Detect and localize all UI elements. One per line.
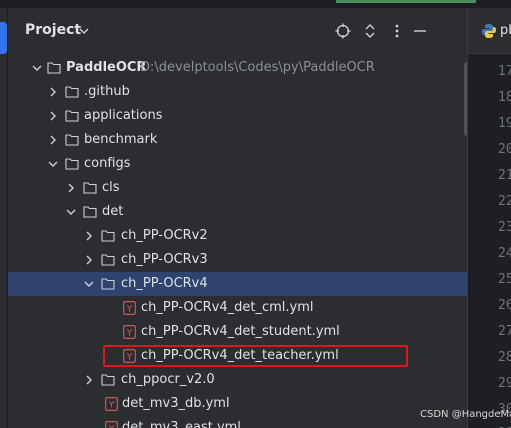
chevron-down-icon[interactable]: [83, 278, 95, 290]
line-number: 18: [498, 90, 511, 105]
tree-row-benchmark[interactable]: benchmark: [8, 128, 467, 152]
chevron-right-icon[interactable]: [47, 86, 59, 98]
tree-row-det[interactable]: det: [8, 200, 467, 224]
tree-item-label: applications: [84, 108, 163, 123]
tree-row-github[interactable]: .github: [8, 80, 467, 104]
svg-text:Y: Y: [108, 425, 115, 428]
tree-item-label: .github: [84, 84, 130, 99]
chevron-down-icon[interactable]: [31, 62, 43, 74]
minimize-icon[interactable]: [412, 23, 428, 39]
chevron-down-icon[interactable]: [65, 206, 77, 218]
top-strip: [0, 0, 511, 8]
chevron-right-icon[interactable]: [83, 374, 95, 386]
more-vertical-icon[interactable]: [389, 23, 405, 39]
folder-icon: [101, 374, 115, 386]
folder-icon: [101, 278, 115, 290]
tree-item-label: ch_PP-OCRv3: [121, 252, 208, 267]
tree-row-det-mv3-east-yml[interactable]: Y det_mv3_east.yml: [8, 416, 467, 428]
tree-item-label: ch_PP-OCRv4_det_student.yml: [141, 324, 340, 339]
watermark: CSDN @HangdeMan: [420, 409, 511, 420]
svg-text:Y: Y: [126, 305, 133, 315]
svg-text:Y: Y: [126, 329, 133, 339]
editor-area: pb 17 18 19 20 21 22 23 24 25 26 27 28 2…: [467, 8, 511, 428]
crosshair-icon[interactable]: [335, 23, 351, 39]
tree-row-root[interactable]: PaddleOCR D:\develptools\Codes\py\Paddle…: [8, 56, 467, 80]
tree-item-label: configs: [84, 156, 131, 171]
line-number: 21: [498, 168, 511, 183]
editor-tab[interactable]: pb: [468, 8, 511, 54]
line-number: 17: [498, 64, 511, 79]
line-number: 28: [498, 350, 511, 365]
line-number: 26: [498, 298, 511, 313]
editor-tab-label: pb: [500, 23, 511, 38]
python-file-icon: [482, 24, 496, 38]
root-folder-name: PaddleOCR: [66, 60, 147, 75]
tree-item-label: det_mv3_db.yml: [122, 396, 230, 411]
folder-icon: [83, 182, 97, 194]
chevron-right-icon[interactable]: [47, 110, 59, 122]
chevron-down-icon[interactable]: [47, 158, 59, 170]
folder-icon: [65, 86, 79, 98]
yaml-file-icon: Y: [105, 421, 118, 428]
tree-row-configs[interactable]: configs: [8, 152, 467, 176]
yaml-file-icon: Y: [123, 301, 136, 315]
folder-icon: [47, 62, 61, 74]
line-number: 27: [498, 324, 511, 339]
tree-row-ch-pp-ocrv2[interactable]: ch_PP-OCRv2: [8, 224, 467, 248]
tree-row-det-cml-yml[interactable]: Y ch_PP-OCRv4_det_cml.yml: [8, 296, 467, 320]
chevron-right-icon[interactable]: [83, 254, 95, 266]
yaml-file-icon: Y: [105, 397, 118, 411]
yaml-file-icon: Y: [123, 325, 136, 339]
root-folder-path: D:\develptools\Codes\py\PaddleOCR: [140, 60, 375, 75]
tree-item-label: det: [102, 204, 124, 219]
line-number: 25: [498, 272, 511, 287]
tree-item-label: benchmark: [84, 132, 158, 147]
tree-item-label: ch_PP-OCRv2: [121, 228, 208, 243]
line-number: 23: [498, 220, 511, 235]
line-number: 20: [498, 142, 511, 157]
folder-icon: [101, 230, 115, 242]
tree-row-applications[interactable]: applications: [8, 104, 467, 128]
chevron-right-icon[interactable]: [47, 134, 59, 146]
tree-item-label: det_mv3_east.yml: [122, 420, 241, 428]
chevron-down-icon[interactable]: [78, 25, 90, 37]
folder-icon: [65, 134, 79, 146]
line-number: 22: [498, 194, 511, 209]
title-accent: [336, 0, 476, 3]
folder-icon: [65, 110, 79, 122]
line-number: 29: [498, 376, 511, 391]
tree-row-ch-pp-ocrv3[interactable]: ch_PP-OCRv3: [8, 248, 467, 272]
tree-row-ch-pp-ocrv4[interactable]: ch_PP-OCRv4: [8, 272, 467, 296]
project-panel-header: Project: [8, 8, 467, 54]
expand-collapse-icon[interactable]: [362, 23, 378, 39]
svg-text:Y: Y: [108, 401, 115, 411]
folder-icon: [65, 158, 79, 170]
tree-row-det-mv3-db-yml[interactable]: Y det_mv3_db.yml: [8, 392, 467, 416]
tree-row-ch-ppocr-v2-0[interactable]: ch_ppocr_v2.0: [8, 368, 467, 392]
project-tool-button[interactable]: [0, 22, 7, 54]
line-number: 24: [498, 246, 511, 261]
tool-window-strip: [0, 8, 8, 428]
tree-item-label: cls: [102, 180, 120, 195]
chevron-right-icon[interactable]: [83, 230, 95, 242]
tree-row-cls[interactable]: cls: [8, 176, 467, 200]
tree-row-det-student-yml[interactable]: Y ch_PP-OCRv4_det_student.yml: [8, 320, 467, 344]
tree-item-label: ch_PP-OCRv4_det_cml.yml: [141, 300, 314, 315]
folder-icon: [83, 206, 97, 218]
folder-icon: [101, 254, 115, 266]
chevron-right-icon[interactable]: [65, 182, 77, 194]
panel-title[interactable]: Project: [25, 22, 81, 38]
tree-item-label: ch_ppocr_v2.0: [121, 372, 215, 387]
project-panel: Project PaddleOCR D:\develptools\Codes\p…: [8, 8, 467, 428]
ide-window: Project PaddleOCR D:\develptools\Codes\p…: [0, 0, 511, 428]
highlight-annotation: [103, 345, 408, 367]
tree-item-label: ch_PP-OCRv4: [121, 276, 208, 291]
line-number: 19: [498, 116, 511, 131]
